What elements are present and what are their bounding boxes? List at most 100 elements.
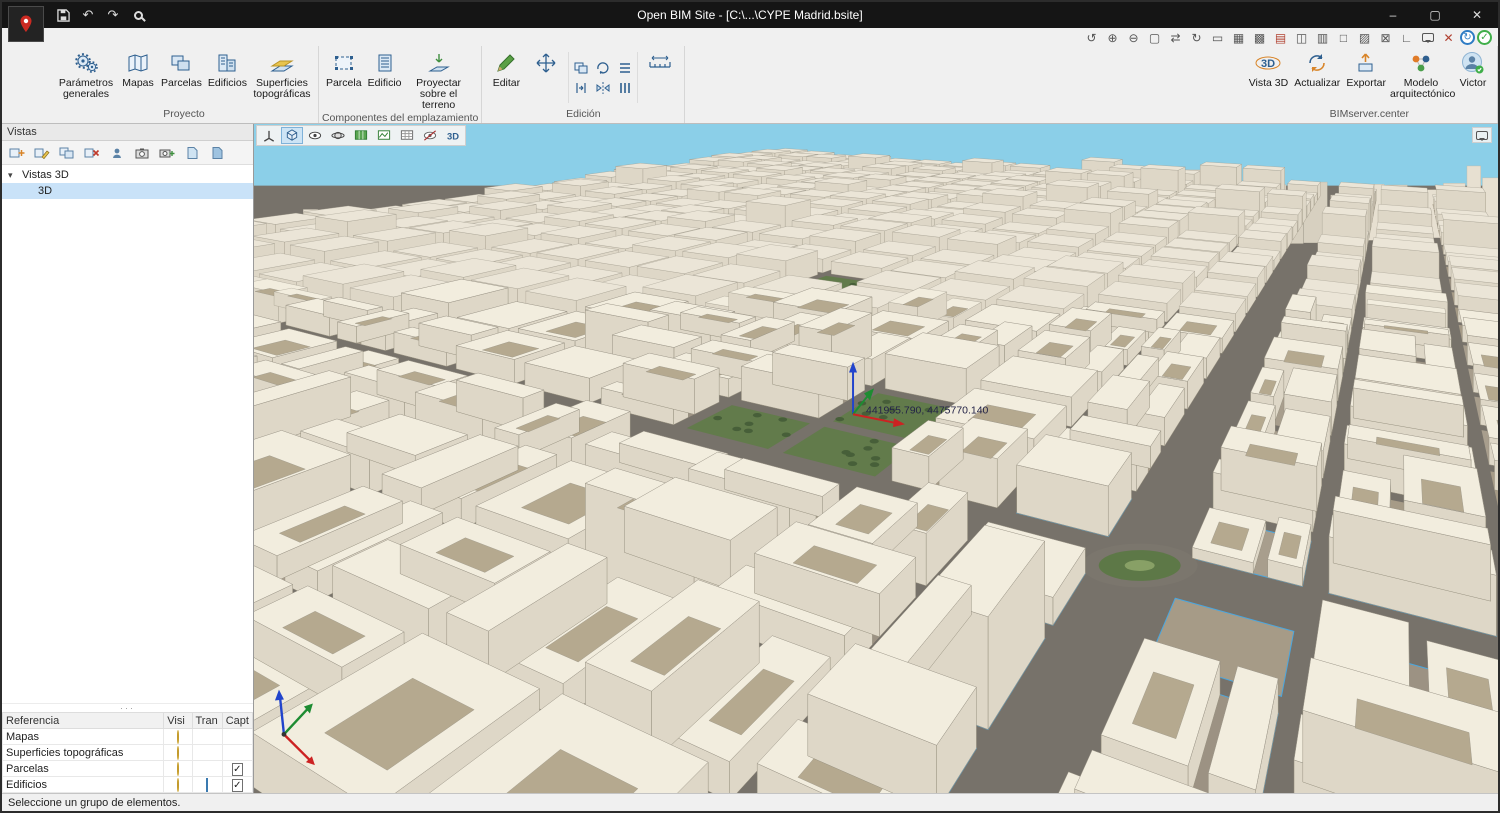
mirror-icon[interactable] xyxy=(593,79,613,97)
actualizar-button[interactable]: Actualizar xyxy=(1291,48,1343,107)
bimserver-sync-icon[interactable]: ↻ xyxy=(1460,30,1475,45)
edit-tools-grid xyxy=(571,48,635,107)
angle-icon[interactable]: ∟ xyxy=(1397,29,1416,46)
snapshot-settings-icon[interactable] xyxy=(155,143,178,163)
user-account-button[interactable]: Victor xyxy=(1453,48,1493,107)
chevron-down-icon[interactable]: ▾ xyxy=(8,170,18,181)
edificio-button[interactable]: Edificio xyxy=(365,48,405,111)
map-layer-icon[interactable] xyxy=(350,127,372,144)
proyectar-terreno-button[interactable]: Proyectar sobre el terreno xyxy=(405,48,473,111)
bimserver-user-icon[interactable]: ✓ xyxy=(1477,30,1492,45)
move-tool-button[interactable] xyxy=(526,48,566,107)
editar-button[interactable]: Editar xyxy=(486,48,526,107)
duplicate-view-icon[interactable] xyxy=(55,143,78,163)
search-button[interactable] xyxy=(129,6,147,24)
tree-node-label: Vistas 3D xyxy=(22,169,69,181)
hide-elements-icon[interactable] xyxy=(419,127,441,144)
hatch-icon[interactable]: ▩ xyxy=(1250,29,1269,46)
capture-checkbox[interactable]: ✓ xyxy=(232,779,242,792)
views-panel-header: Vistas xyxy=(2,124,253,141)
redraw-icon[interactable]: ↻ xyxy=(1187,29,1206,46)
snapshot-icon[interactable] xyxy=(130,143,153,163)
split-view-icon[interactable]: ◫ xyxy=(1292,29,1311,46)
tree-node-3d-selected[interactable]: 3D xyxy=(2,183,253,199)
terrain-layer-icon[interactable] xyxy=(373,127,395,144)
ribbon-group-edicion: Editar xyxy=(482,46,685,123)
camera-position-icon[interactable] xyxy=(105,143,128,163)
scene-3d[interactable]: 441955.790, 4475770.140 xyxy=(254,124,1498,793)
orbit-icon[interactable] xyxy=(327,127,349,144)
capture-checkbox[interactable]: ✓ xyxy=(232,763,242,776)
save-button[interactable] xyxy=(54,6,72,24)
transparency-cube-icon[interactable] xyxy=(206,778,208,792)
texture-icon[interactable]: ▥ xyxy=(1313,29,1332,46)
row-array-icon[interactable] xyxy=(615,59,635,77)
visibility-eye-icon[interactable] xyxy=(304,127,326,144)
visibility-bulb-icon[interactable] xyxy=(177,778,179,792)
delete-zone-icon[interactable]: ⊠ xyxy=(1376,29,1395,46)
close-tools-icon[interactable]: ✕ xyxy=(1439,29,1458,46)
comment-icon[interactable] xyxy=(1418,29,1437,46)
window-title: Open BIM Site - [C:\...\CYPE Madrid.bsit… xyxy=(2,8,1498,22)
exportar-button[interactable]: Exportar xyxy=(1343,48,1389,107)
panel-splitter[interactable]: ··· xyxy=(2,703,253,712)
3d-mode-icon[interactable]: 3D xyxy=(442,127,464,144)
zoom-previous-icon[interactable]: ↺ xyxy=(1082,29,1101,46)
pan-icon[interactable]: ⇄ xyxy=(1166,29,1185,46)
mapas-button[interactable]: Mapas xyxy=(118,48,158,107)
previous-view-icon[interactable] xyxy=(180,143,203,163)
col-capt: Capt xyxy=(222,713,252,729)
table-row[interactable]: Parcelas ✓ xyxy=(3,761,253,777)
undo-button[interactable]: ↶ xyxy=(79,6,97,24)
maximize-button[interactable]: ▢ xyxy=(1414,2,1456,28)
close-button[interactable]: ✕ xyxy=(1456,2,1498,28)
app-icon[interactable] xyxy=(8,6,44,42)
parcela-button[interactable]: Parcela xyxy=(323,48,365,111)
edit-view-icon[interactable] xyxy=(30,143,53,163)
measure-button[interactable] xyxy=(640,48,680,107)
zoom-in-icon[interactable]: ⊕ xyxy=(1103,29,1122,46)
grid-layer-icon[interactable] xyxy=(396,127,418,144)
avatar xyxy=(1460,50,1486,76)
visibility-bulb-icon[interactable] xyxy=(177,730,179,744)
delete-view-icon[interactable] xyxy=(80,143,103,163)
vista-3d-button[interactable]: 3D Vista 3D xyxy=(1246,48,1292,107)
rotate-icon[interactable] xyxy=(593,59,613,77)
fit-window-icon[interactable]: ▭ xyxy=(1208,29,1227,46)
edificios-button[interactable]: Edificios xyxy=(205,48,250,107)
ribbon: ↺ ⊕ ⊖ ▢ ⇄ ↻ ▭ ▦ ▩ ▤ ◫ ▥ □ ▨ ⊠ ∟ ✕ ↻ ✓ xyxy=(2,28,1498,124)
background-icon[interactable]: □ xyxy=(1334,29,1353,46)
viewport-3d[interactable]: 441955.790, 4475770.140 xyxy=(254,124,1498,793)
offset-icon[interactable] xyxy=(571,79,591,97)
visibility-bulb-icon[interactable] xyxy=(177,746,179,760)
visibility-bulb-icon[interactable] xyxy=(177,762,179,776)
new-view-icon[interactable] xyxy=(5,143,28,163)
group-label-edicion: Edición xyxy=(485,107,681,123)
zoom-window-icon[interactable]: ▢ xyxy=(1145,29,1164,46)
building-icon xyxy=(372,50,398,76)
orientation-axes-icon[interactable] xyxy=(258,127,280,144)
column-array-icon[interactable] xyxy=(615,79,635,97)
ribbon-groups: Parámetros generales Mapas Parcelas xyxy=(50,46,1498,123)
parcelas-button[interactable]: Parcelas xyxy=(158,48,205,107)
brick-icon[interactable]: ▤ xyxy=(1271,29,1290,46)
next-view-icon[interactable] xyxy=(205,143,228,163)
modelo-arquitectonico-button[interactable]: Modelo arquitectónico xyxy=(1389,48,1453,107)
superficies-topograficas-button[interactable]: Superficies topográficas xyxy=(250,48,314,107)
pattern-icon[interactable]: ▨ xyxy=(1355,29,1374,46)
zoom-out-icon[interactable]: ⊖ xyxy=(1124,29,1143,46)
map-pin-icon xyxy=(15,13,37,35)
model-box-icon[interactable] xyxy=(281,127,303,144)
redo-button[interactable]: ↷ xyxy=(104,6,122,24)
copy-icon[interactable] xyxy=(571,59,591,77)
parametros-generales-button[interactable]: Parámetros generales xyxy=(54,48,118,107)
comments-icon[interactable] xyxy=(1472,127,1492,143)
minimize-button[interactable]: – xyxy=(1372,2,1414,28)
status-bar: Seleccione un grupo de elementos. xyxy=(2,793,1498,811)
table-row[interactable]: Superficies topográficas xyxy=(3,745,253,761)
table-row[interactable]: Edificios ✓ xyxy=(3,777,253,793)
table-row[interactable]: Mapas xyxy=(3,729,253,745)
grid-icon[interactable]: ▦ xyxy=(1229,29,1248,46)
tree-node-label: 3D xyxy=(38,185,52,197)
tree-node-vistas-3d[interactable]: ▾ Vistas 3D xyxy=(2,167,253,183)
